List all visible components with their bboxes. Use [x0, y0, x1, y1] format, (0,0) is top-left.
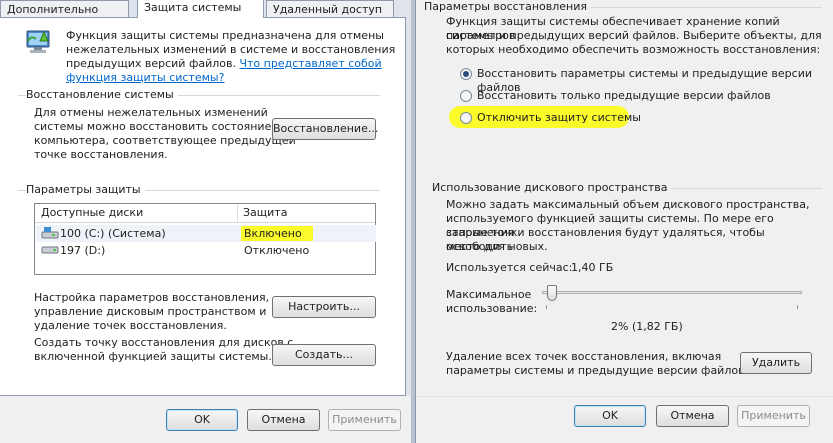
delete-button[interactable]: Удалить	[740, 352, 812, 374]
slider-thumb[interactable]	[547, 285, 557, 301]
column-separator[interactable]	[237, 204, 238, 223]
column-available-drives[interactable]: Доступные диски	[41, 206, 143, 220]
tab-advanced[interactable]: Дополнительно	[0, 0, 129, 18]
restore-files-only-label[interactable]: Восстановить только предыдущие версии фа…	[477, 89, 771, 103]
disk-usage-line-4: место для новых.	[446, 240, 548, 253]
restore-line-1: Для отмены нежелательных изменений	[34, 106, 268, 119]
intro-line-3: предыдущих версий файлов. Что представля…	[66, 57, 382, 71]
system-protection-icon	[24, 27, 54, 57]
system-drive-icon	[41, 226, 59, 240]
tab-system-protection[interactable]: Защита системы	[137, 0, 264, 18]
drive-status: Отключено	[244, 244, 310, 257]
ok-button[interactable]: OK	[166, 409, 238, 431]
max-usage-slider[interactable]	[542, 284, 804, 310]
restore-group-title: Восстановление системы	[26, 88, 178, 102]
drive-status: Включено	[241, 226, 313, 241]
restore-settings-and-files-radio[interactable]	[460, 68, 472, 80]
max-usage-label-line-2: использование:	[446, 302, 538, 315]
current-usage-value: 1,40 ГБ	[571, 261, 614, 274]
restore-files-only-radio[interactable]	[460, 90, 472, 102]
create-button[interactable]: Создать...	[272, 344, 376, 366]
ok-button[interactable]: OK	[574, 405, 646, 427]
configure-button[interactable]: Настроить...	[272, 296, 376, 318]
configure-line-3: удаление точек восстановления.	[34, 319, 227, 332]
create-line-2: включенной функцией защиты системы.	[34, 350, 272, 363]
left-button-bar: OK Отмена Применить	[0, 396, 411, 443]
drive-row-d[interactable]: 197 (D:) Отключено	[36, 242, 376, 259]
disable-protection-label[interactable]: Отключить защиту системы	[477, 111, 641, 125]
drive-name: 100 (C:) (Система)	[60, 227, 166, 240]
disk-usage-line-1: Можно задать максимальный объем дисковог…	[446, 198, 810, 211]
delete-line-1: Удаление всех точек восстановления, вклю…	[446, 350, 722, 363]
restore-settings-line-3: которых необходимо обеспечить возможност…	[446, 43, 821, 56]
configure-line-1: Настройка параметров восстановления,	[34, 291, 270, 304]
system-restore-button[interactable]: Восстановление...	[272, 118, 378, 140]
tab-label: Удаленный доступ	[273, 3, 383, 16]
max-usage-label-line-1: Максимальное	[446, 288, 532, 301]
tab-label: Дополнительно	[7, 3, 99, 16]
slider-readout: 2% (1,82 ГБ)	[611, 320, 683, 333]
restore-line-4: точке восстановления.	[34, 148, 168, 161]
create-line-1: Создать точку восстановления для дисков …	[34, 336, 294, 349]
right-button-bar: OK Отмена Применить	[416, 396, 833, 443]
what-is-protection-link[interactable]: Что представляет собой	[239, 57, 381, 70]
system-protection-tab-page: Функция защиты системы предназначена для…	[0, 17, 406, 396]
drives-list[interactable]: Доступные диски Защита 100 (C:) (Система…	[34, 203, 376, 275]
drive-row-c[interactable]: 100 (C:) (Система) Включено	[36, 225, 376, 242]
hard-drive-icon	[41, 245, 59, 255]
restore-line-2: системы можно восстановить состояние	[34, 120, 272, 133]
system-protection-settings-dialog: Параметры восстановления Функция защиты …	[415, 0, 833, 443]
protection-group-title: Параметры защиты	[26, 183, 145, 197]
what-is-protection-link-cont[interactable]: функция защиты системы?	[66, 71, 224, 84]
column-protection[interactable]: Защита	[243, 206, 287, 220]
apply-button[interactable]: Применить	[328, 409, 401, 431]
intro-line-4: функция защиты системы?	[66, 71, 224, 85]
intro-line-2: нежелательных изменений в системе и восс…	[66, 43, 396, 56]
apply-button[interactable]: Применить	[737, 405, 810, 427]
restore-settings-title: Параметры восстановления	[424, 0, 591, 14]
drive-name: 197 (D:)	[60, 244, 106, 257]
intro-line-1: Функция защиты системы предназначена для…	[66, 29, 384, 42]
current-usage-label: Используется сейчас:	[446, 261, 573, 274]
slider-track[interactable]	[542, 291, 802, 294]
drives-list-header: Доступные диски Защита	[35, 204, 375, 223]
system-properties-dialog: Дополнительно Защита системы Удаленный д…	[0, 0, 411, 443]
tab-label: Защита системы	[144, 1, 242, 14]
disable-protection-radio[interactable]	[460, 112, 472, 124]
slider-tick	[546, 305, 547, 309]
delete-line-2: параметры системы и предыдущие версии фа…	[446, 364, 749, 377]
restore-line-3: компьютера, соответствующее предыдущей	[34, 134, 296, 147]
cancel-button[interactable]: Отмена	[247, 409, 320, 431]
configure-line-2: управление дисковым пространством и	[34, 305, 267, 318]
slider-tick	[797, 305, 798, 309]
disk-usage-title: Использование дискового пространства	[432, 181, 672, 195]
tab-remote-access[interactable]: Удаленный доступ	[266, 0, 394, 18]
restore-settings-line-2: системы и предыдущих версий файлов. Выбе…	[446, 29, 822, 42]
intro-line-3-text: предыдущих версий файлов.	[66, 57, 236, 70]
cancel-button[interactable]: Отмена	[656, 405, 729, 427]
